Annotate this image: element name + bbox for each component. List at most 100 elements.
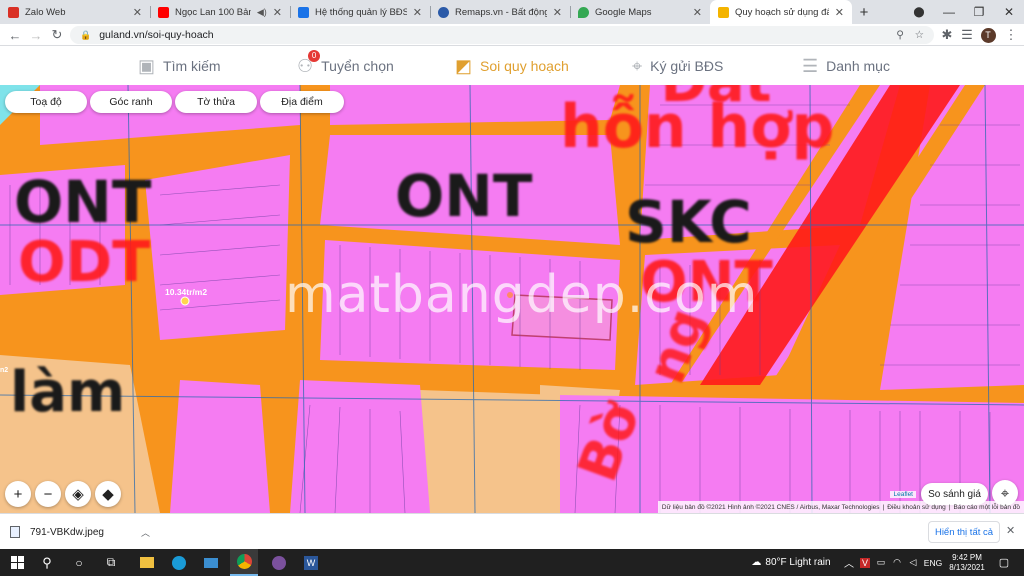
zoom-in-button[interactable]: + (5, 481, 31, 507)
chrome-taskbar-icon[interactable] (230, 549, 258, 576)
language-indicator[interactable]: ENG (922, 549, 944, 576)
browser-tab-strip: Zalo Web ✕ Ngọc Lan 100 Bản TÌNH ◀) ✕ Hệ… (0, 0, 1024, 24)
price-label[interactable]: 10.34tr/m2 (165, 287, 207, 297)
terms-link[interactable]: Điều khoản sử dụng (887, 504, 946, 511)
tab-remaps[interactable]: Remaps.vn - Bất động sản t ✕ (430, 0, 570, 24)
chrome-menu-icon[interactable]: ⋮ (1002, 26, 1020, 44)
nav-label: Ký gửi BĐS (650, 58, 724, 74)
nav-label: Tìm kiếm (163, 58, 221, 74)
file-explorer-icon[interactable] (134, 549, 160, 576)
windows-start-icon[interactable] (4, 549, 30, 576)
network-icon[interactable]: ▭ (874, 549, 888, 576)
zone-label-hon-hop: hỗn hợp (560, 92, 835, 162)
report-error-link[interactable]: Báo cáo một lỗi bản đồ (954, 504, 1021, 511)
search-icon[interactable]: ⚲ (34, 549, 60, 576)
notifications-icon[interactable]: ▢ (994, 549, 1014, 576)
minimize-button[interactable]: — (934, 0, 964, 24)
close-tab-icon[interactable]: ✕ (693, 6, 702, 19)
maximize-button[interactable]: ❐ (964, 0, 994, 24)
close-tab-icon[interactable]: ✕ (413, 6, 422, 19)
location-plus-icon: ⌖ (632, 55, 643, 76)
tab-youtube[interactable]: Ngọc Lan 100 Bản TÌNH ◀) ✕ (150, 0, 290, 24)
download-item[interactable]: 791-VBKdw.jpeg ︿ (10, 520, 150, 544)
left-edge-label: n2 (0, 367, 9, 374)
remaps-favicon-icon (438, 6, 449, 18)
layers-icon[interactable]: ◈ (65, 481, 91, 507)
pill-toa-do[interactable]: Toạ độ (5, 91, 87, 113)
extensions-icon[interactable]: ✱ (938, 26, 956, 44)
close-tab-icon[interactable]: ✕ (553, 6, 562, 19)
pill-dia-diem[interactable]: Địa điểm (260, 91, 344, 113)
close-download-bar-icon[interactable]: ✕ (1006, 524, 1015, 537)
browser-toolbar: ← → ↻ 🔒 guland.vn/soi-quy-hoach ⚲ ☆ ✱ ☰ … (0, 24, 1024, 46)
task-view-icon[interactable]: ⧉ (98, 549, 124, 576)
speaker-icon[interactable]: ◀) (257, 7, 267, 18)
address-bar[interactable]: 🔒 guland.vn/soi-quy-hoach ⚲ ☆ (70, 26, 934, 44)
mail-icon[interactable] (198, 549, 224, 576)
planning-map[interactable]: Đất hỗn hợp ONT ODT ONT SKC ONT ng Bờ là… (0, 85, 1024, 513)
vietkey-icon[interactable]: V (858, 549, 872, 576)
show-all-downloads-button[interactable]: Hiển thị tất cả (928, 521, 1000, 543)
windows-taskbar: ⚲ ○ ⧉ W ☁ 80°F Light rain ︿ V ▭ ◠ ◁ ENG … (0, 549, 1024, 576)
tab-he-thong[interactable]: Hệ thống quản lý BĐS ✕ (290, 0, 430, 24)
pill-goc-ranh[interactable]: Góc ranh (90, 91, 172, 113)
edge-icon[interactable] (166, 549, 192, 576)
new-tab-button[interactable]: + (852, 0, 876, 24)
lock-icon[interactable]: 🔒 (80, 30, 91, 41)
site-header: ▣ Tìm kiếm ⚇ 0 Tuyển chọn ◩ Soi quy hoạch… (0, 47, 1024, 85)
weather-widget[interactable]: ☁ 80°F Light rain (746, 549, 836, 576)
viber-icon[interactable] (266, 549, 292, 576)
clock[interactable]: 9:42 PM 8/13/2021 (946, 549, 988, 576)
back-button[interactable]: ← (6, 26, 24, 44)
zone-label-ont-left: ONT (14, 168, 152, 236)
notification-badge: 0 (308, 49, 321, 62)
close-tab-icon[interactable]: ✕ (273, 6, 282, 19)
profile-initial: T (980, 27, 996, 43)
zone-label-lam: làm (10, 360, 126, 425)
zone-label-odt: ODT (18, 230, 151, 295)
location-icon[interactable]: ⚲ (896, 29, 904, 41)
map-attribution: Leaflet Dữ liệu bản đồ ©2021 Hình ảnh ©2… (657, 491, 1024, 513)
guland-favicon-icon (718, 6, 729, 18)
close-window-button[interactable]: ✕ (994, 0, 1024, 24)
nav-tuyen-chon[interactable]: ⚇ 0 Tuyển chọn (297, 47, 394, 85)
volume-icon[interactable]: ◁ (906, 549, 920, 576)
tab-zalo[interactable]: Zalo Web ✕ (0, 0, 150, 24)
cloud-rain-icon: ☁ (751, 557, 762, 568)
leaflet-link[interactable]: Leaflet (890, 491, 916, 498)
profile-avatar[interactable]: T (979, 26, 997, 44)
youtube-favicon-icon (158, 6, 169, 18)
clock-date: 8/13/2021 (949, 562, 985, 572)
file-icon (10, 526, 20, 538)
word-icon[interactable]: W (298, 549, 324, 576)
close-tab-icon[interactable]: ✕ (835, 6, 844, 19)
directions-icon[interactable]: ◆ (95, 481, 121, 507)
chevron-up-icon[interactable]: ︿ (141, 526, 150, 539)
pill-to-thua[interactable]: Tờ thửa (175, 91, 257, 113)
forward-button[interactable]: → (27, 26, 45, 44)
attribution-sources: Dữ liệu bản đồ ©2021 Hình ảnh ©2021 CNES… (661, 503, 880, 511)
nav-label: Danh mục (826, 58, 890, 74)
tab-google-maps[interactable]: Google Maps ✕ (570, 0, 710, 24)
zalo-favicon-icon (8, 6, 19, 18)
tab-search-icon[interactable]: ⬤ (904, 0, 934, 24)
zoom-out-button[interactable]: − (35, 481, 61, 507)
nav-tim-kiem[interactable]: ▣ Tìm kiếm (138, 47, 221, 85)
cortana-icon[interactable]: ○ (66, 549, 92, 576)
show-hidden-icons-icon[interactable]: ︿ (842, 549, 856, 576)
nav-soi-quy-hoach[interactable]: ◩ Soi quy hoạch (455, 47, 569, 85)
wifi-icon[interactable]: ◠ (890, 549, 904, 576)
reading-list-icon[interactable]: ☰ (958, 26, 976, 44)
map-search-icon: ◩ (455, 55, 473, 76)
url-text: guland.vn/soi-quy-hoach (99, 29, 214, 41)
nav-ky-gui[interactable]: ⌖ Ký gửi BĐS (632, 47, 723, 85)
nav-danh-muc[interactable]: ☰ Danh mục (802, 47, 890, 85)
tab-quy-hoach[interactable]: Quy hoạch sử dụng đất (QH ✕ (710, 0, 852, 24)
zone-label-skc: SKC (625, 188, 752, 256)
reload-button[interactable]: ↻ (48, 26, 66, 44)
bookmark-star-icon[interactable]: ☆ (915, 29, 924, 41)
compare-price-label: So sánh giá (928, 488, 981, 500)
close-tab-icon[interactable]: ✕ (133, 6, 142, 19)
bds-favicon-icon (298, 6, 309, 18)
nav-label: Tuyển chọn (321, 58, 394, 74)
